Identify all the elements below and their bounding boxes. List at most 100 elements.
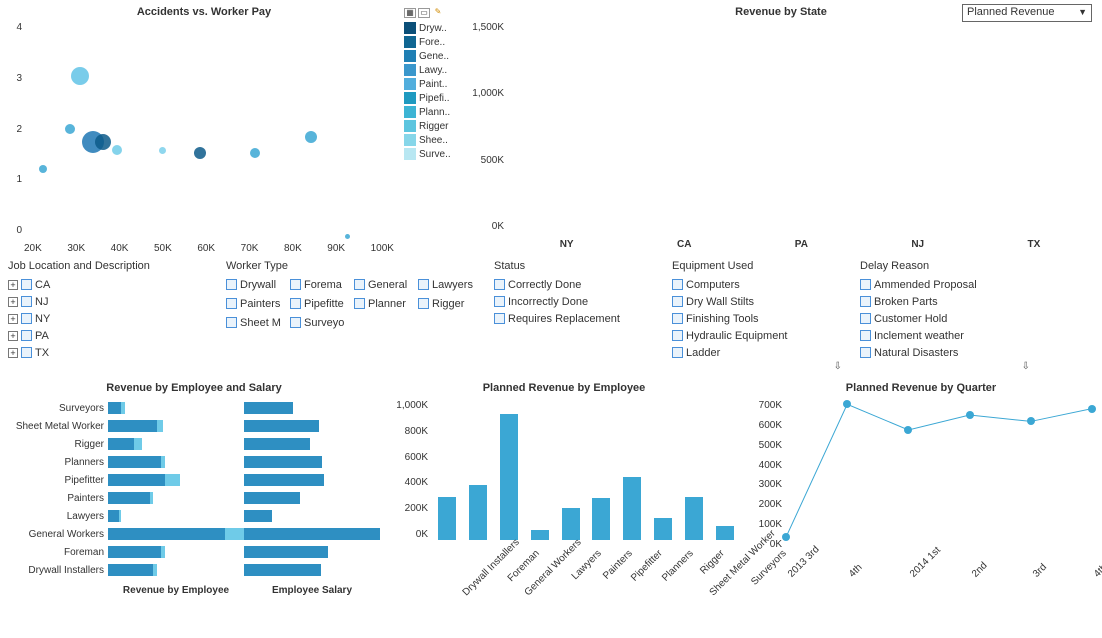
- checkbox-item[interactable]: Planner: [354, 295, 414, 312]
- checkbox-item[interactable]: Inclement weather: [860, 327, 1030, 344]
- legend-list-icon[interactable]: ▭: [418, 8, 430, 18]
- scatter-plot-area[interactable]: [24, 22, 394, 236]
- checkbox[interactable]: [672, 330, 683, 341]
- checkbox-item[interactable]: Hydraulic Equipment: [672, 327, 842, 344]
- checkbox-item[interactable]: Forema: [290, 276, 350, 293]
- checkbox[interactable]: [354, 279, 365, 290]
- hbar[interactable]: [244, 420, 319, 432]
- bar[interactable]: [438, 497, 456, 540]
- hbar[interactable]: [244, 474, 324, 486]
- expand-icon[interactable]: +: [8, 314, 18, 324]
- checkbox-item[interactable]: Incorrectly Done: [494, 293, 654, 310]
- checkbox[interactable]: [860, 279, 871, 290]
- stacked-bar-area[interactable]: [508, 22, 1092, 232]
- checkbox[interactable]: [494, 279, 505, 290]
- checkbox[interactable]: [860, 347, 871, 358]
- hbar[interactable]: [244, 456, 322, 468]
- bar[interactable]: [500, 414, 518, 540]
- checkbox[interactable]: [21, 330, 32, 341]
- scatter-point[interactable]: [159, 147, 166, 154]
- hbar[interactable]: [244, 510, 272, 522]
- checkbox-item[interactable]: Drywall: [226, 276, 286, 293]
- checkbox-item[interactable]: Ammended Proposal: [860, 276, 1030, 293]
- scatter-point[interactable]: [39, 165, 47, 173]
- checkbox-item[interactable]: Ladder: [672, 344, 842, 361]
- line-area[interactable]: [786, 400, 1092, 550]
- scatter-point[interactable]: [345, 234, 350, 239]
- expand-icon[interactable]: +: [8, 297, 18, 307]
- hbar[interactable]: [244, 528, 380, 540]
- checkbox-item[interactable]: Dry Wall Stilts: [672, 293, 842, 310]
- checkbox[interactable]: [226, 298, 237, 309]
- scatter-point[interactable]: [112, 145, 122, 155]
- checkbox[interactable]: [418, 279, 429, 290]
- hbar[interactable]: [108, 510, 119, 522]
- hbar[interactable]: [108, 528, 225, 540]
- hbar[interactable]: [108, 546, 161, 558]
- checkbox[interactable]: [21, 347, 32, 358]
- checkbox[interactable]: [418, 298, 429, 309]
- scroll-down-icon[interactable]: ⇩: [860, 361, 1030, 372]
- checkbox-item[interactable]: Natural Disasters: [860, 344, 1030, 361]
- hbar[interactable]: [108, 564, 153, 576]
- bar[interactable]: [562, 508, 580, 540]
- legend-item[interactable]: Gene..: [404, 49, 464, 63]
- checkbox-item[interactable]: Lawyers: [418, 276, 478, 293]
- bar-area[interactable]: [432, 400, 740, 540]
- checkbox[interactable]: [290, 317, 301, 328]
- legend-item[interactable]: Surve..: [404, 147, 464, 161]
- bar[interactable]: [592, 498, 610, 540]
- pencil-icon[interactable]: ✎: [432, 8, 444, 18]
- legend-item[interactable]: Plann..: [404, 105, 464, 119]
- line-point[interactable]: [1088, 405, 1096, 413]
- legend-item[interactable]: Pipefi..: [404, 91, 464, 105]
- checkbox[interactable]: [21, 296, 32, 307]
- bar[interactable]: [685, 497, 703, 540]
- expand-icon[interactable]: +: [8, 280, 18, 290]
- legend-item[interactable]: Rigger: [404, 119, 464, 133]
- hbar[interactable]: [244, 438, 310, 450]
- checkbox[interactable]: [860, 330, 871, 341]
- hbar[interactable]: [108, 420, 157, 432]
- bar[interactable]: [469, 485, 487, 540]
- checkbox[interactable]: [226, 279, 237, 290]
- checkbox-item[interactable]: Correctly Done: [494, 276, 654, 293]
- legend-grid-icon[interactable]: ▦: [404, 8, 416, 18]
- tree-item[interactable]: +CA: [8, 276, 208, 293]
- tree-item[interactable]: +PA: [8, 327, 208, 344]
- hbar[interactable]: [244, 564, 321, 576]
- line-point[interactable]: [966, 411, 974, 419]
- tree-item[interactable]: +NY: [8, 310, 208, 327]
- checkbox[interactable]: [672, 347, 683, 358]
- checkbox-item[interactable]: Surveyo: [290, 314, 350, 331]
- checkbox[interactable]: [21, 279, 32, 290]
- checkbox-item[interactable]: Sheet M: [226, 314, 286, 331]
- checkbox[interactable]: [860, 313, 871, 324]
- tree-item[interactable]: +TX: [8, 344, 208, 361]
- hbar-area[interactable]: SurveyorsSheet Metal WorkerRiggerPlanner…: [8, 400, 380, 578]
- scatter-point[interactable]: [194, 147, 206, 159]
- line-point[interactable]: [843, 400, 851, 408]
- bar[interactable]: [531, 530, 549, 540]
- hbar[interactable]: [108, 474, 165, 486]
- scatter-point[interactable]: [95, 134, 111, 150]
- legend-item[interactable]: Dryw..: [404, 21, 464, 35]
- hbar[interactable]: [108, 438, 134, 450]
- checkbox-item[interactable]: Customer Hold: [860, 310, 1030, 327]
- checkbox[interactable]: [494, 296, 505, 307]
- scroll-down-icon[interactable]: ⇩: [672, 361, 842, 372]
- hbar[interactable]: [244, 546, 328, 558]
- checkbox[interactable]: [290, 279, 301, 290]
- checkbox[interactable]: [494, 313, 505, 324]
- line-point[interactable]: [904, 426, 912, 434]
- checkbox-item[interactable]: Finishing Tools: [672, 310, 842, 327]
- bar[interactable]: [716, 526, 734, 540]
- checkbox-item[interactable]: General: [354, 276, 414, 293]
- checkbox-item[interactable]: Painters: [226, 295, 286, 312]
- legend-item[interactable]: Paint..: [404, 77, 464, 91]
- hbar[interactable]: [244, 402, 293, 414]
- hbar[interactable]: [108, 456, 161, 468]
- legend-item[interactable]: Shee..: [404, 133, 464, 147]
- checkbox[interactable]: [672, 296, 683, 307]
- checkbox-item[interactable]: Rigger: [418, 295, 478, 312]
